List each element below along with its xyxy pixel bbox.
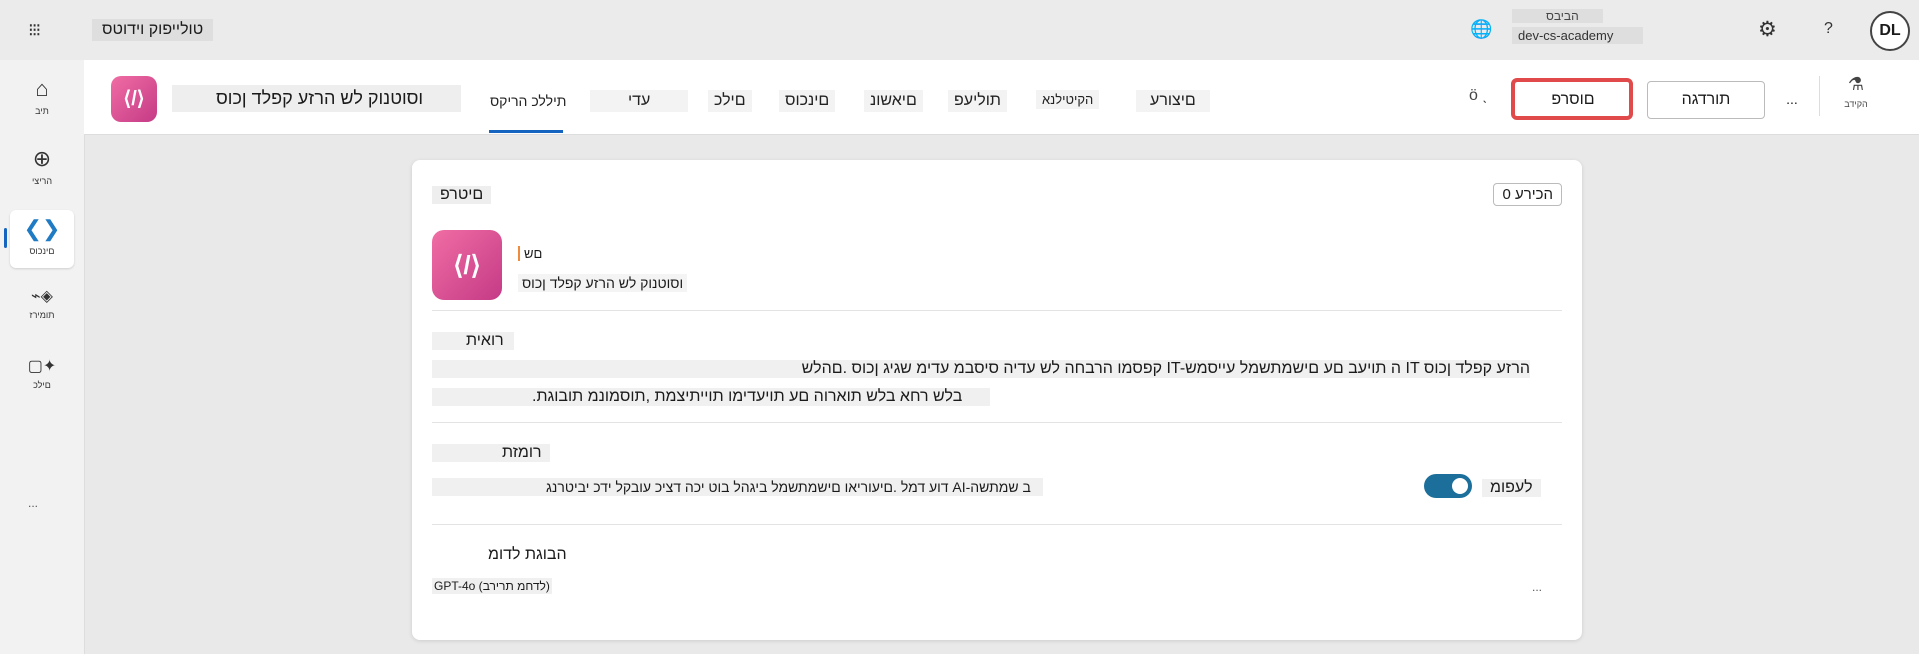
settings-button[interactable]: תורדגה	[1647, 81, 1765, 119]
tab-agents[interactable]: םינכוס	[779, 90, 836, 112]
details-card: םיטרפ הכירע 0 ⟨/⟩ םש וסוטנוק לש הרזע קפל…	[412, 160, 1582, 640]
tools-icon: ▢✦	[27, 358, 57, 375]
agent-name-value: וסוטנוק לש הרזע קפלד ןכוס	[518, 274, 688, 292]
top-bar: ⁝⁝⁝ טולייפוק וידוטס 🌐 הביבס dev-cs-acade…	[0, 0, 1919, 60]
description-line: קפסמו הרבחה לש עדיה סיסבמ עדימ שגיג ןכוס…	[432, 360, 1530, 378]
left-nav: ⌂ תיב ⊕ הריצי ❮❯ םינכוס ⌁◈ תומירז ▢✦ םיל…	[0, 60, 85, 654]
model-more-button[interactable]: ...	[1532, 580, 1542, 594]
publish-button[interactable]: םוסרפ	[1514, 81, 1632, 119]
model-title: הבוגת לדומ	[432, 546, 569, 564]
tab-knowledge[interactable]: עדי	[590, 90, 689, 112]
avatar[interactable]: DL	[1870, 11, 1910, 51]
nav-item-label: הריצי	[31, 176, 53, 186]
test-label: הקידב	[1844, 99, 1868, 109]
test-button[interactable]: ⚗ הקידב	[1826, 74, 1886, 109]
pin-icon[interactable]: ö ˎ	[1469, 87, 1488, 105]
more-button[interactable]: ...	[1778, 81, 1806, 117]
nav-item-label: םינכוס	[29, 246, 55, 256]
instructions-text: דוע דמל .םיעוריאו םישמתשמל ביגהל בוט יכה…	[432, 478, 1043, 496]
details-title: םיטרפ	[432, 186, 492, 204]
tab-overview[interactable]: תיללכ הריקס	[484, 91, 573, 111]
agent-name: וסוטנוק לש הרזע קפלד ןכוס	[172, 85, 462, 112]
add-icon: ⊕	[32, 146, 52, 171]
edit-button[interactable]: הכירע 0	[1493, 183, 1562, 206]
nav-item-home[interactable]: ⌂ תיב	[10, 70, 74, 128]
flask-icon: ⚗	[1847, 74, 1865, 94]
selected-tab-indicator	[489, 130, 563, 133]
tab-tools[interactable]: םילכ	[708, 90, 752, 112]
globe-icon[interactable]: 🌐	[1470, 19, 1492, 40]
agent-avatar-icon: ⟨/⟩	[432, 230, 502, 300]
divider	[432, 422, 1562, 423]
nav-item-tools[interactable]: ▢✦ םילכ	[10, 350, 74, 408]
nav-more-button[interactable]: ...	[28, 496, 38, 510]
toggle-label: לעפומ	[1482, 479, 1541, 497]
help-button[interactable]: ?	[1824, 20, 1833, 38]
app-title: טולייפוק וידוטס	[92, 19, 214, 41]
nav-item-flows[interactable]: ⌁◈ תומירז	[10, 280, 74, 338]
flows-icon: ⌁◈	[31, 288, 53, 305]
agents-icon: ❮❯	[23, 216, 61, 241]
description-line: .בלש רחא בלש תוארוה םע תויעדימו תוייתיצמ…	[432, 388, 991, 406]
tab-topics[interactable]: םיאשונ	[864, 90, 923, 112]
nav-item-agents[interactable]: ❮❯ םינכוס	[4, 210, 74, 268]
description-title: רואית	[432, 332, 514, 350]
gear-icon[interactable]: ⚙	[1758, 17, 1777, 42]
environment-selector[interactable]: dev-cs-academy	[1512, 27, 1644, 44]
nav-item-label: תיב	[35, 106, 49, 116]
tab-analytics[interactable]: הקיטילנא	[1036, 90, 1100, 109]
nav-item-label: םילכ	[33, 380, 51, 390]
environment-label: הביבס	[1512, 9, 1603, 23]
tab-channels[interactable]: םיצורע	[1136, 90, 1210, 112]
divider	[1819, 76, 1820, 116]
command-bar: ⟨/⟩ וסוטנוק לש הרזע קפלד ןכוס תיללכ הריק…	[84, 60, 1919, 135]
divider	[432, 310, 1562, 311]
agent-avatar-icon: ⟨/⟩	[111, 76, 157, 122]
divider	[432, 524, 1562, 525]
model-value: GPT-4o (לדחמ תרירב)	[432, 578, 552, 594]
nav-item-label: תומירז	[29, 310, 55, 320]
instructions-title: רומזת	[432, 444, 550, 462]
home-icon: ⌂	[35, 76, 49, 101]
nav-item-create[interactable]: ⊕ הריצי	[10, 140, 74, 198]
waffle-icon[interactable]: ⁝⁝⁝	[28, 20, 41, 41]
tab-activity[interactable]: תוליעפ	[948, 90, 1007, 112]
enabled-toggle[interactable]	[1424, 474, 1472, 498]
name-label: םש	[518, 246, 542, 261]
